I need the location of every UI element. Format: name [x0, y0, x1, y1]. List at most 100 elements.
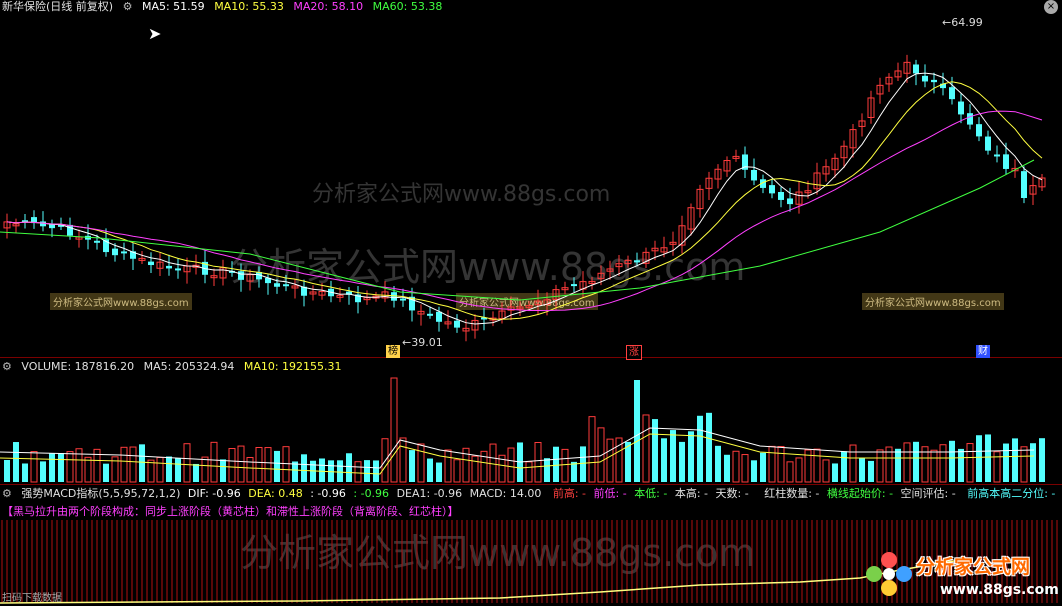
- volume-bar: [301, 454, 307, 482]
- macd-field-1: 前低: -: [593, 487, 627, 500]
- high-price-label: ←64.99: [942, 16, 983, 29]
- macd-field-2: 本低: -: [634, 487, 668, 500]
- volume-bar: [976, 435, 982, 482]
- volume-ma5: MA5: 205324.94: [143, 360, 235, 373]
- volume-bar: [544, 458, 550, 482]
- price-header: 新华保险(日线 前复权) ⚙ MA5: 51.59 MA10: 55.33 MA…: [2, 0, 448, 14]
- volume-bar: [373, 460, 379, 482]
- volume-bar: [489, 443, 497, 483]
- volume-bar: [364, 460, 370, 482]
- price-candle: [274, 283, 280, 287]
- price-candle: [922, 75, 928, 82]
- volume-bar: [561, 448, 569, 483]
- volume-bar: [588, 416, 596, 483]
- volume-bar: [175, 458, 181, 482]
- price-candle: [949, 87, 955, 100]
- price-candle: [1021, 171, 1027, 198]
- price-candle: [769, 185, 775, 194]
- volume-bar: [228, 448, 236, 483]
- volume-bar: [525, 461, 533, 483]
- macd-macd: MACD: 14.00: [469, 487, 542, 500]
- volume-header: ⚙ VOLUME: 187816.20 MA5: 205324.94 MA10:…: [2, 360, 348, 374]
- volume-bar: [453, 459, 461, 483]
- ma20-line: [6, 110, 1043, 312]
- price-candle: [751, 169, 757, 181]
- macd-field-6: 横线起始价: -: [826, 487, 894, 500]
- stock-title[interactable]: 新华保险(日线 前复权): [2, 0, 113, 13]
- macd-gear-icon[interactable]: ⚙: [2, 487, 12, 500]
- volume-bar: [985, 434, 991, 482]
- volume-bar: [390, 377, 398, 483]
- volume-bar: [822, 459, 830, 483]
- ma20-value: MA20: 58.10: [293, 0, 364, 13]
- ma60-line: [0, 159, 1035, 301]
- volume-bar: [220, 459, 226, 482]
- macd-field-4: 天数: -: [715, 487, 749, 500]
- volume-bar: [642, 414, 650, 483]
- volume-bar: [4, 459, 10, 482]
- event-tag-bang[interactable]: 榜: [386, 345, 400, 358]
- volume-bar: [49, 453, 55, 482]
- price-candle: [400, 298, 406, 301]
- price-candle: [778, 191, 784, 200]
- volume-bar: [471, 455, 479, 483]
- volume-ma10: MA10: 192155.31: [243, 360, 342, 373]
- volume-bar: [724, 454, 730, 482]
- volume-bar: [993, 451, 1001, 483]
- volume-bar: [661, 438, 667, 482]
- volume-panel-divider: [0, 484, 1062, 485]
- event-tag-cai[interactable]: 财: [976, 345, 990, 358]
- price-candle: [1003, 154, 1009, 169]
- price-candle: [436, 311, 442, 322]
- logo-title: 分析家公式网: [916, 556, 1031, 578]
- macd-field-5: 红柱数量: -: [764, 487, 820, 500]
- volume-gear-icon[interactable]: ⚙: [2, 360, 12, 373]
- volume-bar: [274, 450, 280, 482]
- price-panel-divider: [0, 357, 1062, 358]
- volume-bar: [903, 442, 911, 483]
- price-candle: [967, 113, 973, 125]
- price-candle: [94, 240, 100, 243]
- macd-name[interactable]: 强势MACD指标(5,5,95,72,1,2): [21, 487, 180, 500]
- volume-bar: [913, 441, 919, 482]
- price-candle: [571, 284, 577, 287]
- macd-dea1: DEA1: -0.96: [396, 487, 463, 500]
- volume-bar: [120, 446, 128, 483]
- volume-bar: [732, 450, 740, 483]
- volume-bar: [930, 449, 938, 483]
- ma10-value: MA10: 55.33: [214, 0, 284, 13]
- event-tag-zhang[interactable]: 涨: [626, 345, 642, 360]
- ma5-line: [6, 72, 1043, 325]
- price-candle: [283, 284, 289, 287]
- volume-bar: [66, 451, 74, 483]
- volume-bar: [634, 380, 640, 482]
- settings-gear-icon[interactable]: ⚙: [123, 0, 133, 13]
- volume-bar: [166, 456, 172, 482]
- volume-bar: [534, 442, 542, 483]
- volume-bar: [210, 441, 218, 483]
- volume-bar: [958, 448, 964, 482]
- volume-bar: [1039, 438, 1045, 482]
- volume-bar: [22, 463, 28, 482]
- volume-bar: [436, 462, 442, 482]
- volume-bar: [813, 448, 821, 483]
- volume-bar: [507, 447, 515, 483]
- price-candle: [166, 265, 172, 269]
- price-candle: [121, 251, 127, 254]
- volume-bar: [354, 461, 362, 483]
- macd-v2: : -0.96: [353, 487, 390, 500]
- volume-bar: [706, 412, 712, 482]
- volume-bar: [444, 449, 452, 483]
- volume-bar: [580, 446, 586, 482]
- volume-bar: [795, 457, 803, 483]
- volume-bar: [40, 461, 46, 482]
- volume-bar: [966, 443, 974, 483]
- price-candle: [787, 198, 793, 205]
- panel-close-icon[interactable]: ×: [1044, 0, 1058, 14]
- volume-bar: [30, 451, 38, 483]
- volume-bar: [103, 463, 109, 482]
- macd-field-3: 本高: -: [674, 487, 709, 500]
- volume-bar: [949, 440, 955, 482]
- volume-bar: [264, 447, 272, 483]
- logo-url: www.88gs.com: [940, 582, 1059, 598]
